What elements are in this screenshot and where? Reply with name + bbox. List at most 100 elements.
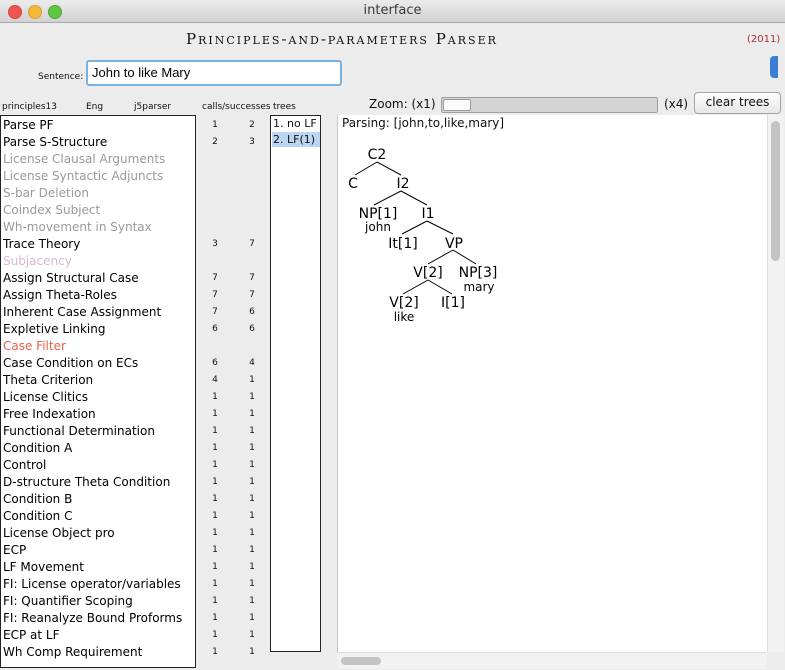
principle-item[interactable]: FI: Quantifier Scoping: [3, 593, 133, 610]
principle-item[interactable]: License Syntactic Adjuncts: [3, 168, 163, 185]
principle-item[interactable]: S-bar Deletion: [3, 185, 89, 202]
principle-item[interactable]: Condition C: [3, 508, 72, 525]
principle-item[interactable]: Parse S-Structure: [3, 134, 107, 151]
principle-item[interactable]: Trace Theory: [3, 236, 80, 253]
horizontal-scrollbar[interactable]: [337, 652, 767, 669]
principle-item[interactable]: Condition B: [3, 491, 72, 508]
principle-item[interactable]: ECP: [3, 542, 26, 559]
clear-trees-button[interactable]: clear trees: [694, 92, 781, 114]
vertical-scrollbar[interactable]: [767, 115, 784, 652]
language-column-header: Eng: [86, 102, 104, 112]
sentence-label: Sentence:: [38, 72, 84, 82]
node-c2: C2: [368, 147, 387, 163]
parsing-text: Parsing: [john,to,like,mary]: [342, 116, 505, 130]
principles-list: Parse PF Parse S-Structure License Clausal…: [0, 115, 196, 668]
successes-count: 1: [249, 443, 255, 453]
principle-item[interactable]: Free Indexation: [3, 406, 96, 423]
window-titlebar: interface: [0, 0, 785, 23]
principle-item[interactable]: Control: [3, 457, 46, 474]
zoom-slider-thumb[interactable]: [443, 99, 471, 111]
calls-column-header: calls/successes: [202, 102, 271, 112]
successes-count: 1: [249, 392, 255, 402]
principle-item[interactable]: Condition A: [3, 440, 72, 457]
calls-count: 1: [212, 443, 218, 453]
calls-count: 1: [212, 511, 218, 521]
calls-count: 7: [212, 307, 218, 317]
node-np3: NP[3]: [459, 265, 498, 281]
successes-count: 7: [249, 273, 255, 283]
successes-count: 1: [249, 545, 255, 555]
principle-item[interactable]: ECP at LF: [3, 627, 59, 644]
tree-item-lf1[interactable]: 2. LF(1): [272, 132, 320, 147]
calls-count: 4: [212, 375, 218, 385]
principle-item[interactable]: Case Filter: [3, 338, 66, 355]
successes-count: 1: [249, 630, 255, 640]
successes-count: 1: [249, 562, 255, 572]
principle-item[interactable]: Theta Criterion: [3, 372, 93, 389]
principle-item[interactable]: FI: License operator/variables: [3, 576, 181, 593]
calls-count: 7: [212, 290, 218, 300]
principle-item[interactable]: Wh-movement in Syntax: [3, 219, 152, 236]
node-v2b: V[2]: [389, 295, 418, 311]
principle-item[interactable]: LF Movement: [3, 559, 84, 576]
zoom-label: Zoom: (x1): [369, 97, 436, 111]
vertical-scroll-thumb[interactable]: [771, 121, 780, 261]
principle-item[interactable]: Wh Comp Requirement: [3, 644, 142, 661]
trees-column-header: trees: [273, 102, 296, 112]
principle-item[interactable]: License Object pro: [3, 525, 115, 542]
principle-item[interactable]: Expletive Linking: [3, 321, 106, 338]
parse-tree: C2 C I2 NP[1] john I1 It[1] VP V[2] NP[3…: [348, 147, 498, 324]
calls-count: 6: [212, 324, 218, 334]
edge-v2-v2b: [402, 279, 429, 295]
successes-count: 1: [249, 596, 255, 606]
principle-item[interactable]: D-structure Theta Condition: [3, 474, 170, 491]
calls-count: 6: [212, 358, 218, 368]
side-scroll-knob[interactable]: [770, 56, 778, 78]
node-i1b: I[1]: [441, 295, 465, 311]
sentence-input[interactable]: John to like Mary: [86, 60, 342, 86]
calls-count: 1: [212, 460, 218, 470]
node-vp: VP: [445, 236, 463, 252]
principle-item[interactable]: Case Condition on ECs: [3, 355, 138, 372]
leaf-mary: mary: [463, 280, 494, 294]
successes-count: 1: [249, 647, 255, 657]
horizontal-scroll-thumb[interactable]: [341, 657, 381, 665]
principle-item[interactable]: License Clitics: [3, 389, 88, 406]
principle-item[interactable]: Coindex Subject: [3, 202, 100, 219]
app-year: (2011): [747, 34, 781, 45]
principle-item[interactable]: Assign Theta-Roles: [3, 287, 117, 304]
calls-count: 1: [212, 579, 218, 589]
node-i1: I1: [421, 206, 434, 222]
successes-count: 2: [249, 120, 255, 130]
successes-count: 1: [249, 409, 255, 419]
principle-item[interactable]: Inherent Case Assignment: [3, 304, 161, 321]
principle-item[interactable]: Functional Determination: [3, 423, 155, 440]
tree-item-no-lf[interactable]: 1. no LF: [272, 116, 320, 131]
principles-column-header: principles13: [2, 102, 57, 112]
calls-count: 7: [212, 273, 218, 283]
calls-count: 1: [212, 630, 218, 640]
successes-count: 3: [249, 137, 255, 147]
principle-item[interactable]: License Clausal Arguments: [3, 151, 165, 168]
edge-c2-c: [354, 161, 378, 176]
successes-count: 7: [249, 239, 255, 249]
parser-column-header: j5parser: [134, 102, 172, 112]
principle-item[interactable]: Parse PF: [3, 117, 54, 134]
principle-item[interactable]: FI: Reanalyze Bound Proforms: [3, 610, 182, 627]
calls-count: 1: [212, 120, 218, 130]
principle-item[interactable]: Subjacency: [3, 253, 72, 270]
successes-count: 6: [249, 307, 255, 317]
calls-count: 1: [212, 392, 218, 402]
successes-count: 1: [249, 477, 255, 487]
leaf-like: like: [394, 310, 415, 324]
edge-i1-it1: [401, 220, 428, 235]
leaf-john: john: [364, 220, 391, 234]
calls-count: 1: [212, 426, 218, 436]
calls-count: 1: [212, 477, 218, 487]
zoom-slider[interactable]: [441, 97, 658, 113]
node-c: C: [348, 176, 358, 192]
trees-list: 1. no LF 2. LF(1): [270, 115, 321, 652]
principle-item[interactable]: Assign Structural Case: [3, 270, 139, 287]
successes-count: 1: [249, 494, 255, 504]
successes-count: 1: [249, 528, 255, 538]
